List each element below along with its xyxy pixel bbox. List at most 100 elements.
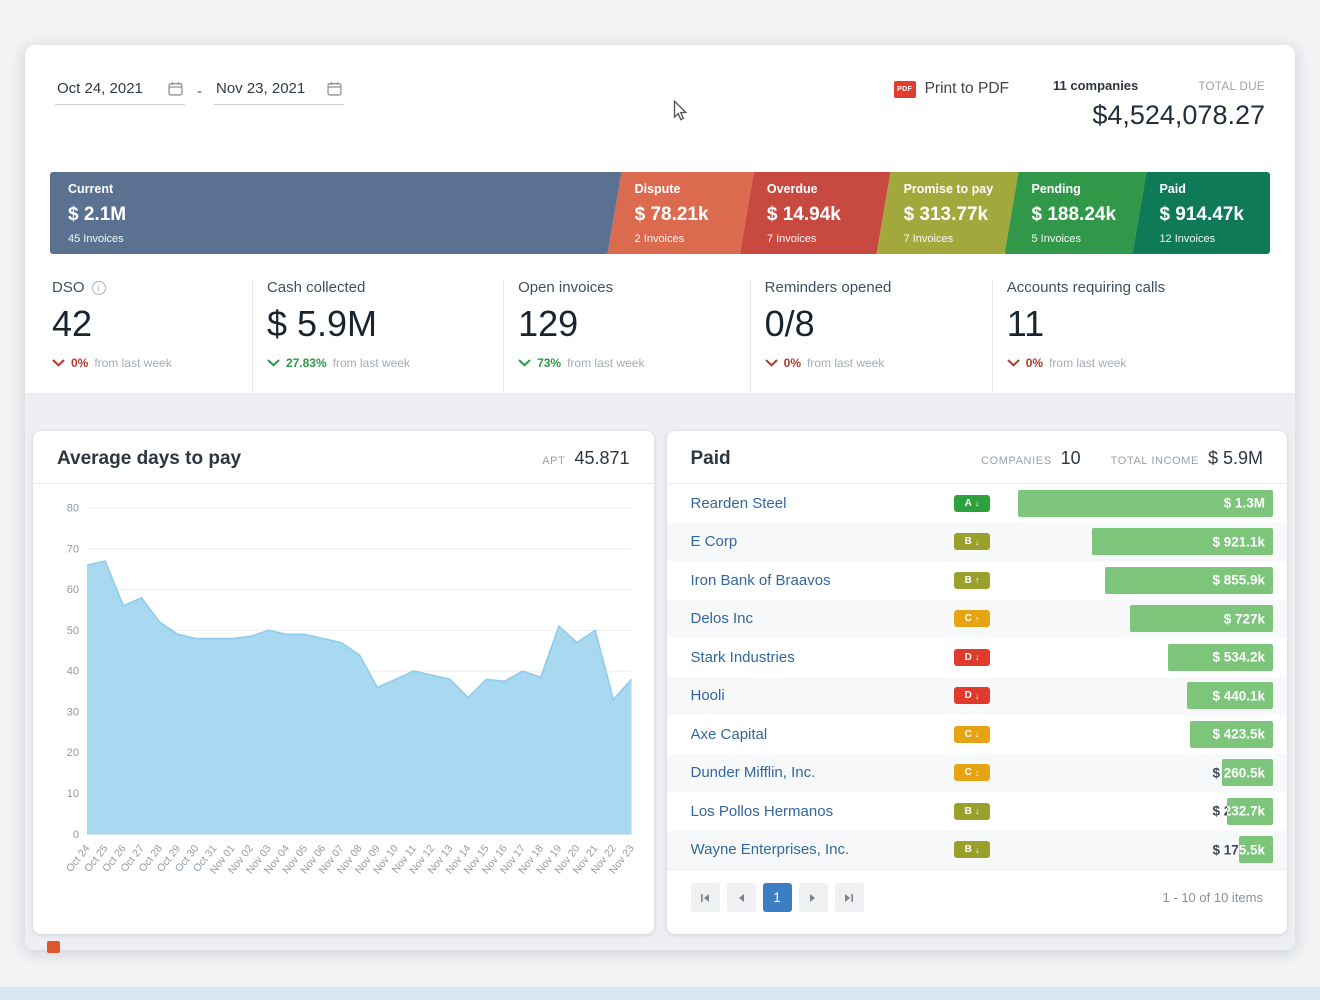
status-segment-dispute[interactable]: Dispute$ 78.21k2 Invoices — [608, 172, 754, 254]
trend-down-icon — [52, 359, 65, 367]
calendar-icon — [168, 81, 183, 96]
paid-card-title: Paid — [691, 448, 731, 470]
mouse-cursor — [672, 100, 688, 122]
dashboard-card: Oct 24, 2021 - Nov 23, 2021 — [25, 45, 1295, 950]
status-amount: $ 914.47k — [1159, 204, 1262, 226]
total-income-label: TOTAL INCOME — [1111, 455, 1199, 467]
last-page-icon — [844, 893, 854, 903]
dashboard-body: Average days to pay APT 45.871 010203040… — [25, 393, 1295, 950]
kpi-delta-percent: 27.83% — [286, 356, 327, 370]
status-invoice-count: 5 Invoices — [1032, 233, 1139, 245]
chart-card-title: Average days to pay — [57, 448, 241, 470]
topbar-right: PDF Print to PDF 11 companies TOTAL DUE … — [894, 71, 1265, 131]
grade-badge: C↓ — [954, 764, 990, 781]
company-link[interactable]: Rearden Steel — [691, 495, 944, 512]
pagination-last-button[interactable] — [835, 883, 864, 912]
grade-badge: C↑ — [954, 610, 990, 627]
pagination-page-1-button[interactable]: 1 — [763, 883, 792, 912]
paid-table-row: E CorpB↓$ 921.1k$ 921.1k — [667, 523, 1288, 562]
paid-table-row: HooliD↓$ 440.1k$ 440.1k — [667, 677, 1288, 716]
grade-letter: B — [965, 536, 972, 547]
kpi-delta-percent: 73% — [537, 356, 561, 370]
status-label: Promise to pay — [904, 182, 1011, 196]
grade-badge: B↓ — [954, 841, 990, 858]
print-to-pdf-label: Print to PDF — [925, 80, 1009, 98]
status-invoice-count: 2 Invoices — [635, 233, 746, 245]
paid-table-row: Iron Bank of BraavosB↑$ 855.9k$ 855.9k — [667, 561, 1288, 600]
company-link[interactable]: Dunder Mifflin, Inc. — [691, 764, 944, 781]
svg-text:50: 50 — [67, 625, 79, 637]
income-bar: $ 232.7k — [1227, 798, 1273, 825]
grade-down-arrow-icon: ↓ — [975, 691, 980, 701]
income-bar-cell: $ 921.1k$ 921.1k — [1001, 528, 1273, 555]
pagination-first-button[interactable] — [691, 883, 720, 912]
pagination: 1 1 - 10 of 10 items — [667, 869, 1288, 925]
income-value-on-bar: $ 232.7k — [1227, 804, 1265, 819]
kpi-delta-percent: 0% — [1026, 356, 1043, 370]
total-due-label: TOTAL DUE — [1198, 81, 1265, 93]
company-link[interactable]: Los Pollos Hermanos — [691, 803, 944, 820]
average-days-to-pay-card: Average days to pay APT 45.871 010203040… — [33, 431, 654, 934]
paid-table: Rearden SteelA↓$ 1.3M$ 1.3ME CorpB↓$ 921… — [667, 484, 1288, 869]
kpi-label: Accounts requiring calls — [1007, 279, 1165, 296]
status-segment-current[interactable]: Current$ 2.1M45 Invoices — [50, 172, 622, 254]
company-link[interactable]: Wayne Enterprises, Inc. — [691, 841, 944, 858]
grade-down-arrow-icon: ↓ — [975, 768, 980, 778]
income-value-on-bar: $ 855.9k — [1212, 573, 1265, 588]
kpi-row: DSOi420%from last weekCash collected$ 5.… — [50, 254, 1270, 393]
grade-badge: A↓ — [954, 495, 990, 512]
companies-stat-value: 10 — [1061, 448, 1081, 469]
income-bar-cell: $ 423.5k$ 423.5k — [1001, 721, 1273, 748]
date-from-input[interactable]: Oct 24, 2021 — [55, 77, 185, 105]
grade-down-arrow-icon: ↓ — [975, 845, 980, 855]
income-bar-cell: $ 260.5k$ 260.5k — [1001, 759, 1273, 786]
kpi-delta-percent: 0% — [71, 356, 88, 370]
status-segment-pending[interactable]: Pending$ 188.24k5 Invoices — [1005, 172, 1147, 254]
pagination-prev-button[interactable] — [727, 883, 756, 912]
paid-table-row: Dunder Mifflin, Inc. C↓ $ 260.5k$ 260.5k — [667, 754, 1288, 793]
svg-text:10: 10 — [67, 788, 79, 800]
grade-letter: B — [965, 806, 972, 817]
income-bar: $ 440.1k — [1187, 682, 1273, 709]
company-link[interactable]: Delos Inc — [691, 610, 944, 627]
company-link[interactable]: Stark Industries — [691, 649, 944, 666]
grade-letter: C — [965, 613, 972, 624]
trend-down-icon — [518, 359, 531, 367]
company-link[interactable]: E Corp — [691, 533, 944, 550]
status-invoice-count: 12 Invoices — [1159, 233, 1262, 245]
income-value-on-bar: $ 423.5k — [1212, 727, 1265, 742]
apt-value: 45.871 — [574, 448, 629, 469]
status-segment-overdue[interactable]: Overdue$ 14.94k7 Invoices — [740, 172, 891, 254]
kpi-value: 129 — [518, 306, 740, 342]
company-link[interactable]: Iron Bank of Braavos — [691, 572, 944, 589]
print-to-pdf-button[interactable]: PDF Print to PDF — [894, 80, 1009, 98]
background-fragment — [47, 941, 60, 953]
company-link[interactable]: Axe Capital — [691, 726, 944, 743]
income-bar: $ 423.5k — [1190, 721, 1273, 748]
companies-stat: COMPANIES 10 — [981, 448, 1081, 469]
pdf-icon: PDF — [894, 81, 916, 98]
status-invoice-count: 7 Invoices — [904, 233, 1011, 245]
income-value-on-bar: $ 727k — [1224, 611, 1265, 626]
page: Oct 24, 2021 - Nov 23, 2021 — [0, 0, 1320, 1000]
pagination-next-button[interactable] — [799, 883, 828, 912]
income-value-on-bar: $ 260.5k — [1222, 765, 1265, 780]
grade-letter: B — [965, 844, 972, 855]
date-to-input[interactable]: Nov 23, 2021 — [214, 77, 344, 105]
trend-down-icon — [267, 359, 280, 367]
status-segment-promise-to-pay[interactable]: Promise to pay$ 313.77k7 Invoices — [877, 172, 1019, 254]
status-segment-paid[interactable]: Paid$ 914.47k12 Invoices — [1132, 172, 1270, 254]
next-page-icon — [808, 893, 818, 903]
company-link[interactable]: Hooli — [691, 687, 944, 704]
pagination-buttons: 1 — [691, 883, 864, 912]
grade-badge: D↓ — [954, 649, 990, 666]
income-bar: $ 921.1k — [1092, 528, 1273, 555]
grade-letter: D — [965, 690, 972, 701]
paid-table-row: Delos IncC↑$ 727k$ 727k — [667, 600, 1288, 639]
info-icon[interactable]: i — [92, 281, 106, 295]
grade-down-arrow-icon: ↓ — [975, 806, 980, 816]
income-value-on-bar: $ 1.3M — [1224, 496, 1265, 511]
kpi-label: DSO — [52, 279, 85, 296]
date-range-picker: Oct 24, 2021 - Nov 23, 2021 — [55, 77, 344, 105]
status-invoice-count: 7 Invoices — [767, 233, 883, 245]
